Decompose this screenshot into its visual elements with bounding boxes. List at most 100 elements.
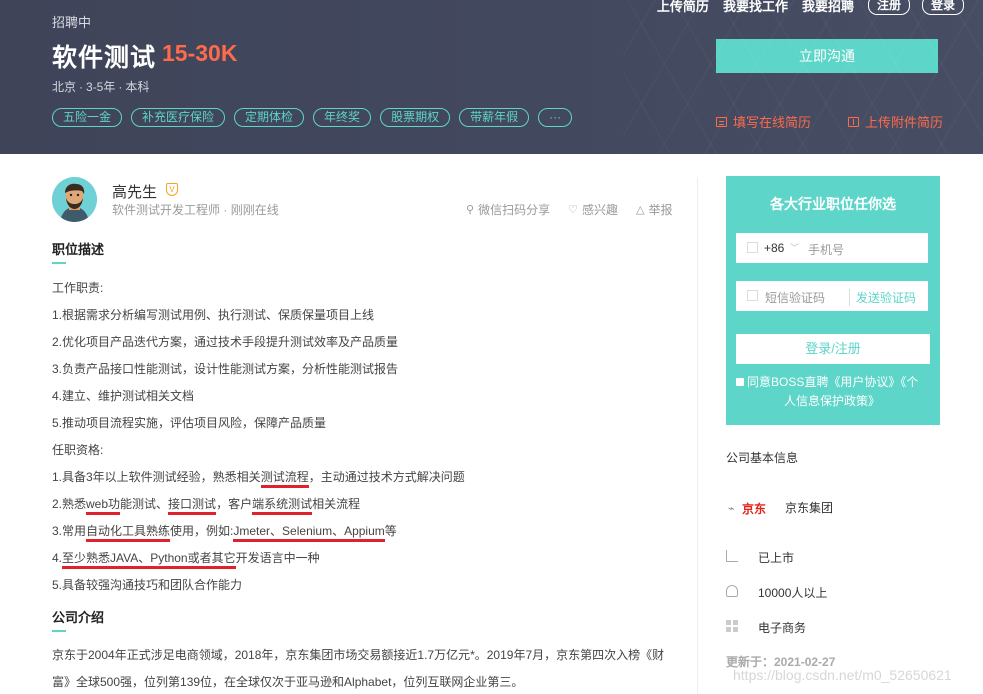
watermark: https://blog.csdn.net/m0_52650621 xyxy=(733,667,952,683)
nav-recruit[interactable]: 我要招聘 xyxy=(802,0,854,15)
req-highlight: 测试流程 xyxy=(260,470,309,488)
req-highlight: 端系统测试 xyxy=(252,497,313,515)
warning-icon: △ xyxy=(635,204,645,216)
register-button[interactable]: 注册 xyxy=(867,0,910,15)
login-button[interactable]: 登录 xyxy=(921,0,964,15)
duty-item: 5.推动项目流程实施，评估项目风险，保障产品质量 xyxy=(52,416,327,430)
recruiter-online-status: 刚刚在线 xyxy=(230,203,279,217)
login-panel: 各大行业职位任你选 +86 ﹀ 手机号 短信验证码 发送验证码 登录/注册 同意… xyxy=(726,176,940,425)
heart-icon: ♡ xyxy=(568,204,578,216)
chevron-down-icon: ﹀ xyxy=(790,243,800,253)
requirement-item: 2.熟悉web功能测试、接口测试，客户端系统测试相关流程 xyxy=(52,495,361,515)
top-nav: 上传简历 我要找工作 我要招聘 注册 登录 xyxy=(657,0,983,15)
verified-badge-icon: V xyxy=(166,183,178,196)
req-text: 等 xyxy=(384,524,397,538)
requirement-item: 1.具备3年以上软件测试经验，熟悉相关测试流程，主动通过技术方式解决问题 xyxy=(52,468,465,488)
req-highlight: 自动化工具熟练 xyxy=(86,524,171,542)
company-name[interactable]: 京东集团 xyxy=(785,499,833,516)
phone-input[interactable]: 手机号 xyxy=(808,241,844,258)
recruiter-name: 高先生 xyxy=(112,184,158,201)
duty-item: 2.优化项目产品迭代方案，通过技术手段提升测试效率及产品质量 xyxy=(52,335,399,349)
duties-label: 工作职责: xyxy=(52,281,104,295)
checkbox-icon[interactable] xyxy=(736,378,744,386)
duty-item: 4.建立、维护测试相关文档 xyxy=(52,389,195,403)
company-logo[interactable]: ⌁ 京东 xyxy=(728,500,772,516)
benefit-tag: 带薪年假 xyxy=(459,108,530,127)
req-highlight: web功 xyxy=(86,497,121,515)
agreement-checkbox[interactable]: 同意BOSS直聘《用户协议》《个 人信息保护政策》 xyxy=(736,373,932,411)
upload-attachment-resume-link[interactable]: 上传附件简历 xyxy=(848,112,943,131)
login-register-button[interactable]: 登录/注册 xyxy=(736,334,930,364)
sms-code-input[interactable]: 短信验证码 xyxy=(765,289,825,306)
requirement-item: 5.具备较强沟通技巧和团队合作能力 xyxy=(52,578,243,592)
req-text: ，主动通过技术方式解决问题 xyxy=(308,470,465,484)
duty-item: 1.根据需求分析编写测试用例、执行测试、保质保量项目上线 xyxy=(52,308,375,322)
req-highlight: Jmeter、Selenium、Appium xyxy=(233,524,385,542)
agreement-text[interactable]: 人信息保护政策》 xyxy=(736,392,932,411)
req-text: 1.具备3年以上软件测试经验，熟悉相关 xyxy=(52,470,261,484)
benefit-tag: 股票期权 xyxy=(380,108,451,127)
job-meta: 北京 · 3-5年 · 本科 xyxy=(52,80,150,94)
send-code-button[interactable]: 发送验证码 xyxy=(849,289,916,306)
job-description-heading: 职位描述 xyxy=(52,242,105,257)
req-text: ，客户 xyxy=(216,497,253,511)
benefit-tag: 五险一金 xyxy=(52,108,123,127)
person-icon xyxy=(726,585,738,597)
recruiter-title: 软件测试开发工程师 xyxy=(112,203,221,217)
req-text: 相关流程 xyxy=(312,497,361,511)
job-actions: ⚲ 微信扫码分享 ♡ 感兴趣 △ 举报 xyxy=(466,201,672,218)
agreement-text[interactable]: 同意BOSS直聘《用户协议》《个 xyxy=(747,375,918,389)
benefit-tags: 五险一金 补充医疗保险 定期体检 年终奖 股票期权 带薪年假 ··· xyxy=(52,108,573,127)
req-text: 2.熟悉 xyxy=(52,497,87,511)
req-highlight: 接口测试 xyxy=(168,497,217,515)
req-text: 3.常用 xyxy=(52,524,87,538)
recruiter-subtitle: 软件测试开发工程师 · 刚刚在线 xyxy=(112,203,279,217)
column-divider xyxy=(697,177,698,694)
nav-upload-resume[interactable]: 上传简历 xyxy=(657,0,709,15)
benefit-tag: 年终奖 xyxy=(313,108,372,127)
report-action[interactable]: △ 举报 xyxy=(636,201,672,218)
hiring-status: 招聘中 xyxy=(52,15,92,30)
company-industry[interactable]: 电子商务 xyxy=(758,619,806,636)
chart-icon xyxy=(726,550,738,562)
login-panel-title: 各大行业职位任你选 xyxy=(770,196,896,212)
job-location: 北京 xyxy=(52,80,77,94)
company-intro-heading: 公司介绍 xyxy=(52,610,105,625)
company-intro-text: 京东于2004年正式涉足电商领域，2018年，京东集团市场交易额接近1.7万亿元… xyxy=(52,648,665,689)
fill-online-resume-link[interactable]: 填写在线简历 xyxy=(716,112,811,131)
company-stage: 已上市 xyxy=(758,551,795,565)
company-logo-text: 京东 xyxy=(742,502,767,516)
fill-online-resume-label: 填写在线简历 xyxy=(733,115,812,130)
requirement-item: 4.至少熟悉JAVA、Python或者其它开发语言中一种 xyxy=(52,549,320,569)
edit-resume-icon xyxy=(716,116,727,127)
requirement-item: 3.常用自动化工具熟练使用，例如:Jmeter、Selenium、Appium等 xyxy=(52,522,397,542)
upload-attachment-label: 上传附件简历 xyxy=(865,115,944,130)
req-text: 开发语言中一种 xyxy=(235,551,320,565)
job-title: 软件测试 xyxy=(52,44,157,72)
job-header: 招聘中 软件测试 15-30K 北京 · 3-5年 · 本科 五险一金 补充医疗保险 定… xyxy=(0,0,983,154)
share-label: 微信扫码分享 xyxy=(478,203,551,217)
req-highlight: 至少熟悉JAVA、Python或者其它 xyxy=(62,551,236,569)
phone-icon xyxy=(747,242,758,253)
sms-code-field[interactable]: 短信验证码 发送验证码 xyxy=(736,281,928,311)
interest-action[interactable]: ♡ 感兴趣 xyxy=(568,201,618,218)
req-text: 使用，例如: xyxy=(170,524,234,538)
contact-now-button[interactable]: 立即沟通 xyxy=(716,39,938,73)
more-tags-button[interactable]: ··· xyxy=(538,108,573,127)
link-icon: ⚲ xyxy=(466,204,475,216)
job-degree: 本科 xyxy=(125,80,150,94)
jd-dog-icon: ⌁ xyxy=(728,503,735,515)
phone-field[interactable]: +86 ﹀ 手机号 xyxy=(736,233,928,263)
job-experience: 3-5年 xyxy=(86,80,116,94)
country-code-select[interactable]: +86 xyxy=(764,241,784,255)
benefit-tag: 补充医疗保险 xyxy=(131,108,226,127)
grid-icon xyxy=(726,620,738,632)
salary: 15-30K xyxy=(162,40,238,66)
share-action[interactable]: ⚲ 微信扫码分享 xyxy=(466,201,550,218)
section-accent-bar xyxy=(52,262,66,264)
duty-item: 3.负责产品接口性能测试，设计性能测试方案，分析性能测试报告 xyxy=(52,362,399,376)
nav-find-job[interactable]: 我要找工作 xyxy=(723,0,788,15)
req-text: 4. xyxy=(52,551,63,565)
interest-label: 感兴趣 xyxy=(581,203,618,217)
recruiter-avatar[interactable] xyxy=(52,177,97,222)
